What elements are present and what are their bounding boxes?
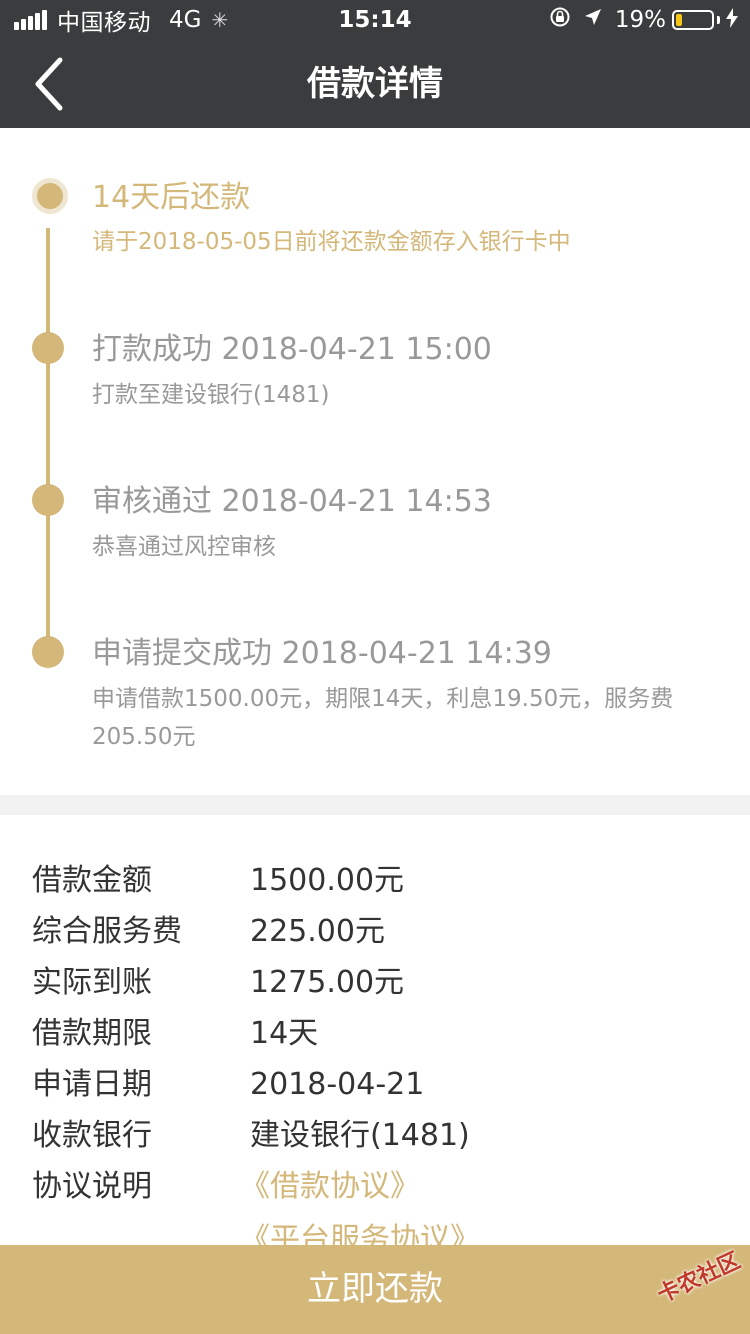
timeline-subtitle-paid: 打款至建设银行(1481): [92, 382, 330, 408]
detail-row-agreement: 协议说明 《借款协议》: [0, 1162, 750, 1212]
detail-row-bank: 收款银行 建设银行(1481): [0, 1111, 750, 1161]
battery-tip: [717, 16, 720, 24]
detail-label: 借款金额: [32, 863, 152, 898]
detail-row-term: 借款期限 14天: [0, 1009, 750, 1059]
charging-bolt-icon: [726, 7, 738, 33]
repay-now-button[interactable]: 立即还款: [0, 1245, 750, 1334]
status-bar: 中国移动 4G ✳ 15:14 19%: [0, 0, 750, 40]
detail-value: 14天: [250, 1016, 319, 1051]
location-arrow-icon: [583, 7, 603, 33]
timeline-title-submitted: 申请提交成功 2018-04-21 14:39: [92, 636, 552, 671]
detail-label: 协议说明: [32, 1169, 152, 1204]
battery-percent: 19%: [614, 7, 666, 33]
status-right: 19%: [549, 0, 738, 40]
timeline-title-paid: 打款成功 2018-04-21 15:00: [92, 332, 492, 367]
section-divider: [0, 795, 750, 815]
timeline-title-repay: 14天后还款: [92, 180, 251, 215]
timeline-dot-submitted: [32, 636, 64, 668]
detail-value: 1500.00元: [250, 863, 405, 898]
detail-row-apply-date: 申请日期 2018-04-21: [0, 1060, 750, 1110]
detail-label: 申请日期: [32, 1067, 152, 1102]
detail-label: 收款银行: [32, 1118, 152, 1153]
loan-progress-timeline: 14天后还款 请于2018-05-05日前将还款金额存入银行卡中 打款成功 20…: [0, 128, 750, 795]
detail-value: 225.00元: [250, 914, 385, 949]
detail-label: 综合服务费: [32, 914, 182, 949]
detail-row-service-fee: 综合服务费 225.00元: [0, 907, 750, 957]
timeline-dot-current: [32, 178, 68, 214]
loan-details: 借款金额 1500.00元 综合服务费 225.00元 实际到账 1275.00…: [0, 815, 750, 1245]
orientation-lock-icon: [549, 6, 571, 34]
loan-agreement-link[interactable]: 《借款协议》: [240, 1162, 420, 1212]
page-title: 借款详情: [307, 64, 443, 104]
detail-value: 建设银行(1481): [250, 1118, 470, 1153]
detail-value: 1275.00元: [250, 965, 405, 1000]
navigation-bar: 借款详情: [0, 40, 750, 128]
detail-row-amount: 借款金额 1500.00元: [0, 856, 750, 906]
timeline-subtitle-submitted: 申请借款1500.00元，期限14天，利息19.50元，服务费205.50元: [92, 686, 674, 750]
timeline-line: [46, 228, 50, 648]
timeline-dot-paid: [32, 332, 64, 364]
detail-label: 借款期限: [32, 1016, 152, 1051]
timeline-subtitle-repay: 请于2018-05-05日前将还款金额存入银行卡中: [92, 229, 571, 255]
detail-value: 2018-04-21: [250, 1067, 425, 1102]
platform-agreement-link[interactable]: 《平台服务协议》: [240, 1215, 480, 1245]
detail-label: 实际到账: [32, 965, 152, 1000]
timeline-subtitle-approved: 恭喜通过风控审核: [92, 534, 276, 560]
timeline-title-approved: 审核通过 2018-04-21 14:53: [92, 484, 492, 519]
detail-row-received: 实际到账 1275.00元: [0, 958, 750, 1008]
timeline-dot-approved: [32, 484, 64, 516]
battery-icon: [672, 10, 714, 30]
battery-fill: [676, 14, 682, 26]
